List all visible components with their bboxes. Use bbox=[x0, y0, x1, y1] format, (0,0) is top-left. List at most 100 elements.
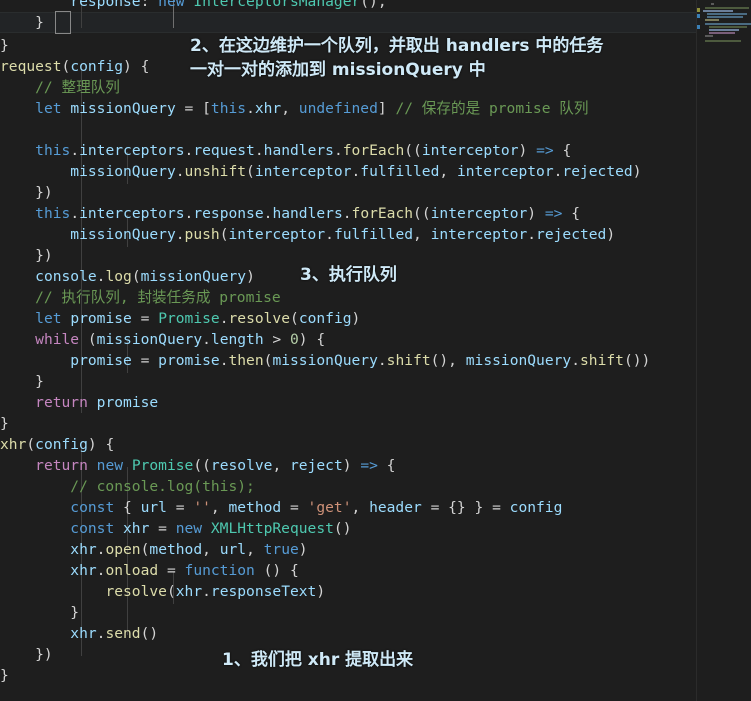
code-token: interceptor bbox=[254, 163, 352, 180]
code-line[interactable]: this.interceptors.response.handlers.forE… bbox=[0, 203, 697, 224]
code-token: xhr bbox=[175, 583, 203, 600]
code-token: . bbox=[70, 205, 80, 222]
code-line[interactable]: response: new InterceptorsManager(), bbox=[0, 0, 697, 12]
code-token: } bbox=[0, 604, 80, 621]
code-line[interactable]: xhr.send() bbox=[0, 623, 697, 644]
code-token: new bbox=[175, 520, 211, 537]
code-token: . bbox=[219, 310, 229, 327]
code-line[interactable]: this.interceptors.request.handlers.forEa… bbox=[0, 140, 697, 161]
code-token: (( bbox=[193, 457, 211, 474]
code-token: config bbox=[509, 499, 563, 516]
code-line[interactable]: return promise bbox=[0, 392, 697, 413]
code-token: promise bbox=[158, 352, 220, 369]
code-token: . bbox=[377, 352, 387, 369]
code-token: missionQuery bbox=[272, 352, 378, 369]
minimap-line bbox=[707, 16, 743, 18]
code-token: => bbox=[360, 457, 378, 474]
code-token: function bbox=[184, 562, 264, 579]
code-line[interactable]: } bbox=[0, 602, 697, 623]
code-token: missionQuery bbox=[70, 163, 176, 180]
code-token: : bbox=[140, 0, 159, 10]
code-token: config bbox=[70, 58, 124, 75]
code-token: resolve bbox=[105, 583, 167, 600]
code-line[interactable]: const xhr = new XMLHttpRequest() bbox=[0, 518, 697, 539]
code-line[interactable]: }) bbox=[0, 245, 697, 266]
code-token: interceptor bbox=[430, 205, 528, 222]
code-token: missionQuery bbox=[465, 352, 572, 369]
code-token: // 整理队列 bbox=[0, 79, 120, 96]
code-token: request bbox=[193, 142, 255, 159]
code-line[interactable]: missionQuery.unshift(interceptor.fulfill… bbox=[0, 161, 697, 182]
code-token: => bbox=[536, 142, 554, 159]
code-line[interactable]: } bbox=[0, 413, 697, 434]
code-token: ( bbox=[87, 331, 97, 348]
minimap-line bbox=[705, 40, 741, 42]
code-token: . bbox=[246, 100, 255, 117]
code-token: '' bbox=[193, 499, 211, 516]
code-token: let bbox=[35, 310, 71, 327]
code-line[interactable]: const { url = '', method = 'get', header… bbox=[0, 497, 697, 518]
code-line[interactable]: xhr.onload = function () { bbox=[0, 560, 697, 581]
code-line[interactable]: promise = promise.then(missionQuery.shif… bbox=[0, 350, 697, 371]
code-editor[interactable]: response: new InterceptorsManager(), }} r… bbox=[0, 0, 751, 701]
code-token: length bbox=[210, 331, 264, 348]
code-token: rejected bbox=[562, 163, 633, 180]
code-token: fulfilled bbox=[360, 163, 440, 180]
code-token: , bbox=[246, 541, 264, 558]
code-token: reject bbox=[290, 457, 343, 474]
code-line[interactable]: return new Promise((resolve, reject) => … bbox=[0, 455, 697, 476]
code-token: resolve bbox=[210, 457, 273, 474]
code-line[interactable]: }) bbox=[0, 182, 697, 203]
code-line[interactable]: resolve(xhr.responseText) bbox=[0, 581, 697, 602]
code-token: interceptor bbox=[228, 226, 326, 243]
code-token: { bbox=[553, 142, 572, 159]
annotation-step-2-line-2: 一对一对的添加到 missionQuery 中 bbox=[190, 60, 486, 80]
code-line[interactable] bbox=[0, 119, 697, 140]
code-token: (), bbox=[430, 352, 466, 369]
code-token: while bbox=[35, 331, 88, 348]
minimap-marker bbox=[697, 25, 700, 29]
code-line[interactable]: } bbox=[0, 12, 697, 33]
code-token: . bbox=[571, 352, 580, 369]
code-line[interactable]: let promise = Promise.resolve(config) bbox=[0, 308, 697, 329]
code-token: log bbox=[105, 268, 132, 285]
code-token: then bbox=[228, 352, 264, 369]
code-token: ) bbox=[351, 310, 361, 327]
code-token: . bbox=[254, 142, 264, 159]
code-line[interactable]: xhr.open(method, url, true) bbox=[0, 539, 697, 560]
code-token: xhr bbox=[254, 100, 282, 117]
code-token: ( bbox=[290, 310, 299, 327]
code-line[interactable]: } bbox=[0, 371, 697, 392]
code-token: ) bbox=[518, 142, 537, 159]
code-line[interactable]: // 执行队列, 封装任务成 promise bbox=[0, 287, 697, 308]
code-token: response bbox=[70, 0, 141, 10]
code-line[interactable]: let missionQuery = [this.xhr, undefined]… bbox=[0, 98, 697, 119]
minimap[interactable] bbox=[697, 0, 751, 701]
code-token: interceptors bbox=[79, 205, 185, 222]
code-token: config bbox=[298, 310, 352, 327]
code-token: () { bbox=[263, 562, 299, 579]
code-line[interactable]: missionQuery.push(interceptor.fulfilled,… bbox=[0, 224, 697, 245]
code-line[interactable]: // console.log(this); bbox=[0, 476, 697, 497]
code-token: ) bbox=[632, 163, 642, 180]
code-token: let bbox=[35, 100, 71, 117]
code-token: . bbox=[70, 142, 80, 159]
code-token: missionQuery bbox=[140, 268, 247, 285]
code-token: = bbox=[166, 499, 194, 516]
code-token: xhr bbox=[70, 541, 97, 558]
code-line[interactable]: while (missionQuery.length > 0) { bbox=[0, 329, 697, 350]
code-token: }) bbox=[0, 646, 53, 663]
code-token: interceptors bbox=[79, 142, 185, 159]
code-token: , bbox=[413, 226, 431, 243]
code-line[interactable]: xhr(config) { bbox=[0, 434, 697, 455]
code-token: header bbox=[369, 499, 422, 516]
code-token: }) bbox=[0, 184, 53, 201]
code-token: method bbox=[228, 499, 282, 516]
